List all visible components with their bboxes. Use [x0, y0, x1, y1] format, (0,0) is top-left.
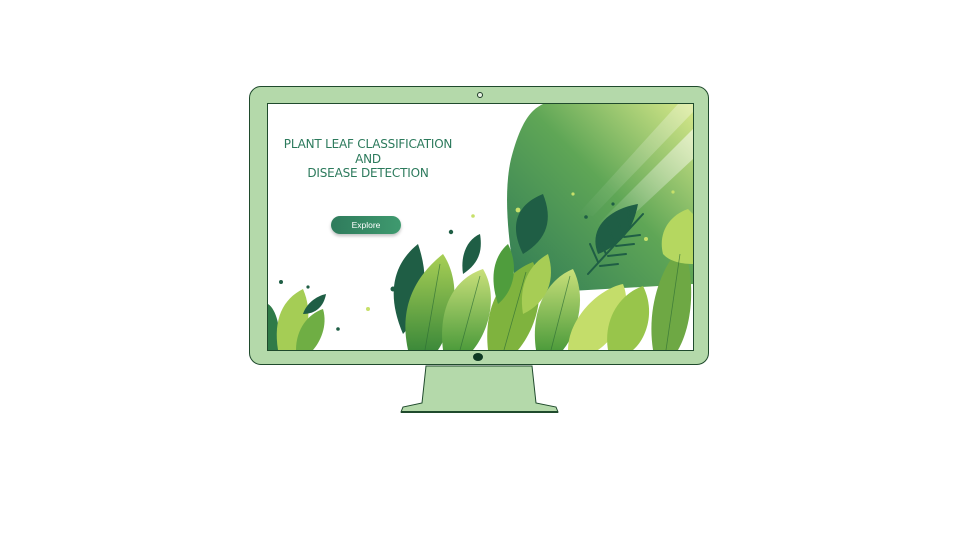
title-line-3: DISEASE DETECTION [307, 166, 429, 180]
monitor-screen: PLANT LEAF CLASSIFICATION AND DISEASE DE… [267, 103, 694, 351]
explore-button[interactable]: Explore [331, 216, 401, 234]
monitor-stand [400, 365, 559, 413]
monitor-frame: PLANT LEAF CLASSIFICATION AND DISEASE DE… [249, 86, 709, 365]
title-line-1: PLANT LEAF CLASSIFICATION [283, 137, 453, 151]
power-button-icon[interactable] [473, 353, 483, 361]
title-line-2: AND [355, 151, 381, 166]
page-title: PLANT LEAF CLASSIFICATION AND DISEASE DE… [268, 137, 468, 181]
camera-icon [477, 92, 483, 98]
